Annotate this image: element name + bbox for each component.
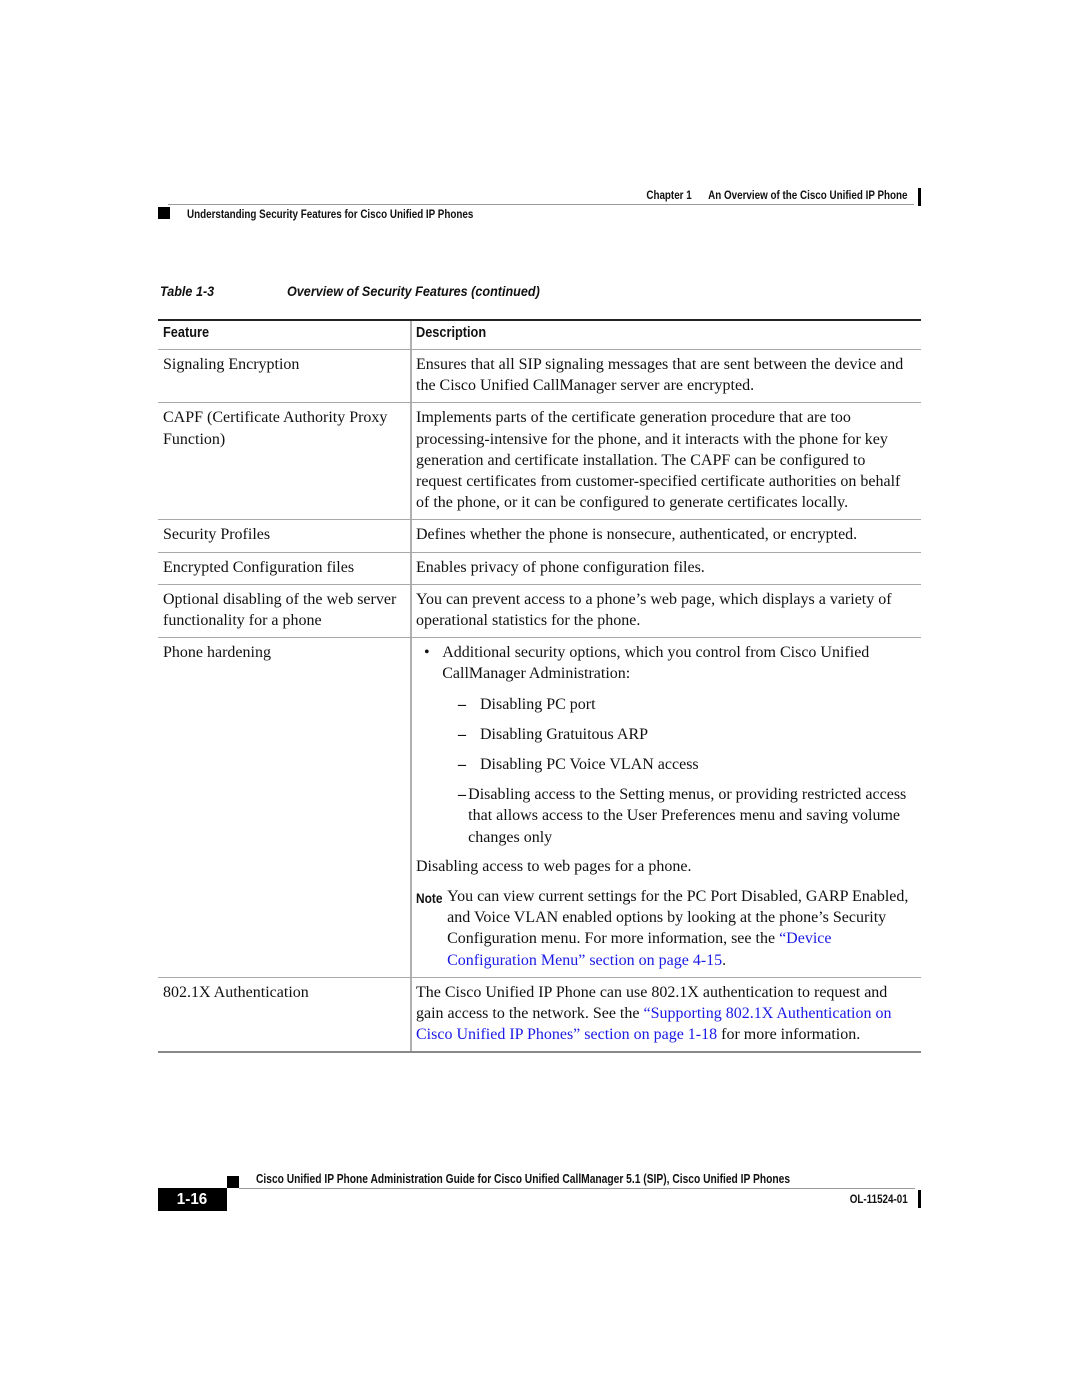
table-row: 802.1X Authentication The Cisco Unified … [158, 977, 921, 1052]
dash-icon: – [458, 756, 466, 774]
web-pages-paragraph: Disabling access to web pages for a phon… [416, 857, 692, 875]
footer-marker-square [227, 1176, 239, 1188]
chapter-label: Chapter 1 [646, 188, 693, 202]
doc-number: OL-11524-01 [850, 1192, 908, 1206]
header-rule [168, 204, 914, 205]
footer-vertical-bar [918, 1190, 921, 1208]
bullet-text: Additional security options, which you c… [442, 644, 870, 683]
table-number: Table 1-3 [160, 283, 215, 299]
feature-cell: Encrypted Configuration files [158, 552, 412, 584]
column-header-description-label: Description [416, 324, 487, 341]
description-cell: Defines whether the phone is nonsecure, … [416, 526, 858, 544]
sub-item-text: Disabling PC port [480, 695, 596, 713]
description-text-end: for more information. [717, 1026, 861, 1044]
sub-item: – Disabling PC port [416, 694, 913, 715]
table-row: Phone hardening • Additional security op… [158, 638, 921, 978]
description-cell: Enables privacy of phone configuration f… [416, 558, 705, 576]
page-number-badge: 1-16 [158, 1188, 227, 1211]
sub-item: – Disabling access to the Setting menus,… [416, 784, 913, 848]
feature-cell: 802.1X Authentication [158, 977, 412, 1052]
feature-cell: Signaling Encryption [158, 350, 412, 403]
chapter-header: Chapter 1 An Overview of the Cisco Unifie… [589, 188, 908, 203]
description-cell: You can prevent access to a phone’s web … [416, 590, 892, 630]
chapter-header-text: Chapter 1 An Overview of the Cisco Unifie… [647, 188, 908, 202]
table-row: Optional disabling of the web server fun… [158, 584, 921, 639]
table-header-row: Feature Description [158, 321, 921, 350]
note-label-text: Note [416, 890, 443, 907]
feature-cell: CAPF (Certificate Authority Proxy Functi… [158, 403, 412, 520]
footer-rule [239, 1188, 915, 1189]
chapter-title: An Overview of the Cisco Unified IP Phon… [708, 188, 908, 202]
footer-guide-title: Cisco Unified IP Phone Administration Gu… [256, 1172, 907, 1187]
column-header-feature-label: Feature [163, 324, 210, 341]
footer-guide-title-text: Cisco Unified IP Phone Administration Gu… [256, 1172, 791, 1186]
note-body: You can view current settings for the PC… [447, 886, 913, 971]
sub-item: – Disabling Gratuitous ARP [416, 724, 913, 745]
dash-icon: – [458, 725, 466, 743]
bullet-icon: • [424, 644, 430, 662]
description-cell: The Cisco Unified IP Phone can use 802.1… [412, 978, 921, 1052]
sub-item: – Disabling PC Voice VLAN access [416, 754, 913, 775]
dash-icon: – [458, 695, 466, 713]
sub-item-text: Disabling access to the Setting menus, o… [468, 786, 907, 846]
header-vertical-bar [918, 188, 921, 206]
column-header-feature: Feature [158, 321, 412, 349]
section-header: Understanding Security Features for Cisc… [187, 207, 536, 222]
table-row: Security Profiles Defines whether the ph… [158, 520, 921, 553]
security-features-table: Feature Description Signaling Encryption… [158, 319, 921, 1054]
table-row: Encrypted Configuration files Enables pr… [158, 552, 921, 585]
section-marker-square [158, 207, 170, 219]
note-text: You can view current settings for the PC… [447, 888, 909, 948]
note-label: Note [416, 886, 447, 971]
description-cell: Ensures that all SIP signaling messages … [416, 356, 904, 395]
table-title: Overview of Security Features (continued… [287, 283, 540, 299]
section-title: Understanding Security Features for Cisc… [187, 207, 474, 221]
bullet-item: • Additional security options, which you… [416, 642, 913, 684]
description-cell: Implements parts of the certificate gene… [416, 409, 901, 512]
table-row: CAPF (Certificate Authority Proxy Functi… [158, 403, 921, 521]
dash-icon: – [458, 786, 466, 804]
sub-item-text: Disabling PC Voice VLAN access [480, 756, 699, 774]
footer-doc-number: OL-11524-01 [837, 1192, 908, 1207]
description-cell: • Additional security options, which you… [412, 638, 921, 977]
feature-cell: Optional disabling of the web server fun… [158, 584, 412, 638]
feature-cell: Security Profiles [158, 520, 412, 552]
page-number: 1-16 [177, 1191, 208, 1208]
note-block: Note You can view current settings for t… [416, 886, 913, 971]
sub-item-text: Disabling Gratuitous ARP [480, 725, 649, 743]
column-header-description: Description [412, 321, 921, 349]
table-row: Signaling Encryption Ensures that all SI… [158, 350, 921, 404]
note-end: . [722, 951, 727, 969]
feature-cell: Phone hardening [158, 638, 412, 977]
